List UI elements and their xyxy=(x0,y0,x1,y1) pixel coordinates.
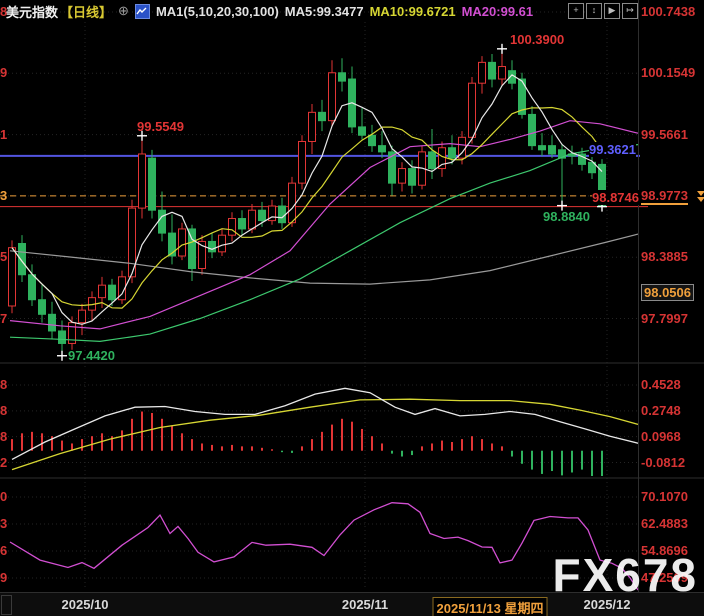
price-annotation: 99.3621 xyxy=(589,142,636,157)
ma20-value: MA20:99.61 xyxy=(462,4,534,19)
macd-hist-value: MACD:-0.2591 xyxy=(259,365,346,380)
axis-label: 97.7997 xyxy=(641,311,688,326)
axis-label: 100.1549 xyxy=(641,65,695,80)
month-label[interactable]: 2025/11 xyxy=(342,597,388,612)
rsi-header: RSI(14,14,14) RSI1:39.6322 RSI2:39.6322 … xyxy=(4,480,345,495)
price-annotation: 98.8840 xyxy=(543,209,590,224)
price-annotation: 97.4420 xyxy=(68,348,115,363)
play-step-icon[interactable]: ▶ xyxy=(604,3,620,19)
ma-settings-label: MA1(5,10,20,30,100) xyxy=(156,4,279,19)
clipped-axis-digit: 5 xyxy=(0,249,8,264)
rsi2-value: RSI2:39.6322 xyxy=(177,480,257,495)
axis-label: -0.0812 xyxy=(641,455,685,470)
clipped-axis-digit: 1 xyxy=(0,127,8,142)
period-label[interactable]: 【日线】 xyxy=(60,2,112,21)
axis-label: 0.2748 xyxy=(641,403,681,418)
axis-label: 99.5661 xyxy=(641,127,688,142)
clipped-axis-digit: 3 xyxy=(0,516,8,531)
axis-label: 100.7438 xyxy=(641,4,695,19)
ma5-value: MA5:99.3477 xyxy=(285,4,364,19)
clipped-axis-digit: 9 xyxy=(0,65,8,80)
axis-label: 0.0968 xyxy=(641,429,681,444)
level-line-icon[interactable] xyxy=(697,191,704,203)
month-label[interactable]: 2025/10 xyxy=(62,597,109,612)
axis-label: 70.1070 xyxy=(641,489,688,504)
trading-chart-window: 美元指数 【日线】 ⊕ MA1(5,10,20,30,100) MA5:99.3… xyxy=(0,0,704,616)
chart-header: 美元指数 【日线】 ⊕ MA1(5,10,20,30,100) MA5:99.3… xyxy=(6,2,533,20)
expand-vertical-icon[interactable]: ↕ xyxy=(586,3,602,19)
circle-plus-icon[interactable]: ⊕ xyxy=(118,3,129,19)
clipped-axis-digit: 2 xyxy=(0,455,8,470)
clipped-axis-digit: 8 xyxy=(0,403,8,418)
axis-label: 98.9773 xyxy=(641,188,688,205)
axis-label: 0.4528 xyxy=(641,377,681,392)
splitter-handle[interactable] xyxy=(1,595,12,615)
chart-type-icon[interactable] xyxy=(135,4,150,19)
axis-label: 98.0506 xyxy=(641,284,694,301)
chart-canvas[interactable] xyxy=(0,0,704,616)
chart-toolbar: +↕▶↦ xyxy=(568,3,638,19)
clipped-axis-digit: 3 xyxy=(0,188,8,203)
clipped-axis-digit: 6 xyxy=(0,543,8,558)
clipped-axis-digit: 9 xyxy=(0,570,8,585)
price-annotation: 98.8746 xyxy=(592,190,639,205)
price-annotation: 100.3900 xyxy=(510,32,564,47)
symbol-name: 美元指数 xyxy=(6,2,58,21)
selected-date-label[interactable]: 2025/11/13 星期四 xyxy=(433,597,548,616)
macd-dea-value: DEA:0.1812 xyxy=(180,365,252,380)
rsi3-value: RSI3:39.6322 xyxy=(265,480,345,495)
right-axis[interactable]: 100.7438 100.1549 99.5661 98.9773 98.3885 98.… xyxy=(641,0,704,592)
ma10-value: MA10:99.6721 xyxy=(370,4,456,19)
clipped-axis-digit: 8 xyxy=(0,429,8,444)
axis-label: 98.3885 xyxy=(641,249,688,264)
crosshair-icon[interactable]: + xyxy=(568,3,584,19)
macd-header: MACD(26,12,9) DIFF:0.0517 DEA:0.1812 MAC… xyxy=(4,365,347,380)
rsi1-value: RSI(14,14,14) RSI1:39.6322 xyxy=(4,480,169,495)
clipped-axis-digit: 7 xyxy=(0,311,8,326)
price-annotation: 99.5549 xyxy=(137,119,184,134)
macd-params-diff: MACD(26,12,9) DIFF:0.0517 xyxy=(4,365,172,380)
shift-right-icon[interactable]: ↦ xyxy=(622,3,638,19)
fx678-watermark: FX678 xyxy=(552,548,698,602)
axis-label: 62.4883 xyxy=(641,516,688,531)
